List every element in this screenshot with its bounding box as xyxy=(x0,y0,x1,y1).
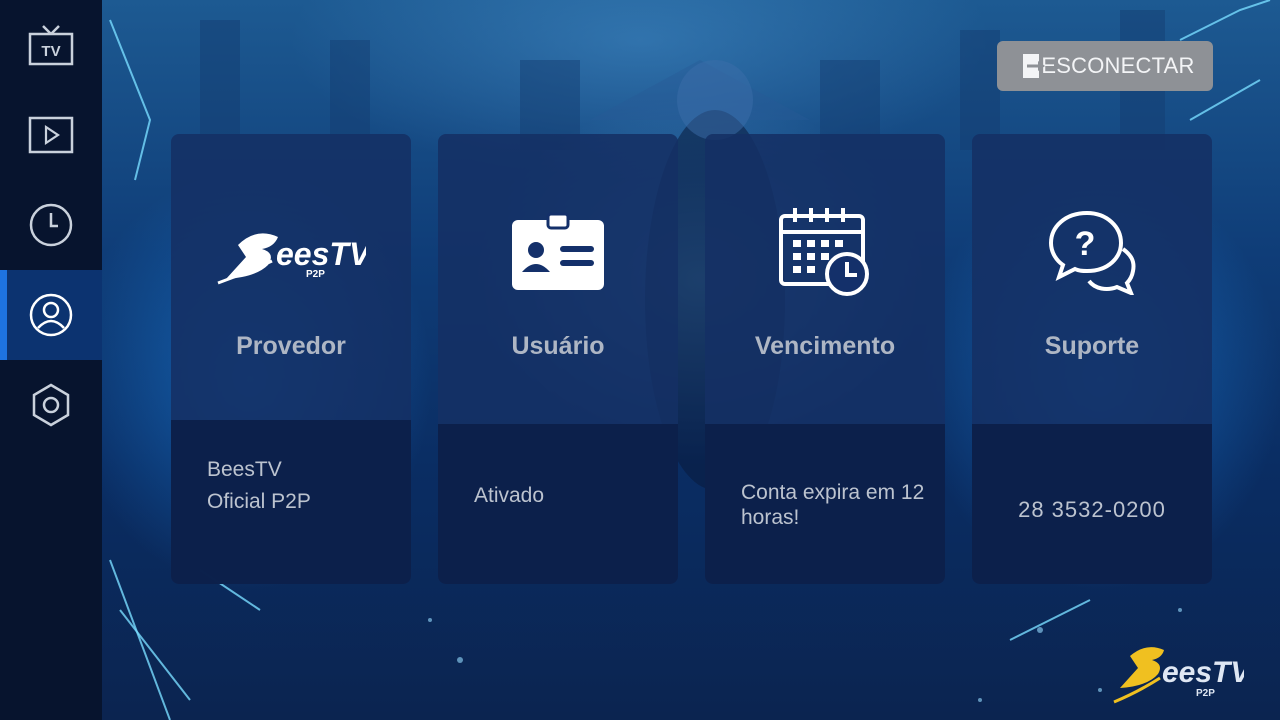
svg-text:P2P: P2P xyxy=(1196,688,1215,699)
clock-icon xyxy=(29,203,73,247)
settings-icon xyxy=(32,383,70,427)
support-phone: 28 3532-0200 xyxy=(1018,497,1166,522)
svg-text:eesTV: eesTV xyxy=(276,236,366,272)
id-card-icon xyxy=(438,202,678,302)
sidebar: TV xyxy=(0,0,102,720)
sidebar-item-history[interactable] xyxy=(0,180,102,270)
svg-text:P2P: P2P xyxy=(306,269,325,280)
card-details: 28 3532-0200 xyxy=(972,424,1212,584)
sidebar-item-settings[interactable] xyxy=(0,360,102,450)
help-chat-icon: ? xyxy=(972,202,1212,302)
disconnect-label: ESCONECTAR xyxy=(1041,53,1195,78)
user-card[interactable]: Usuário Ativado xyxy=(438,134,678,584)
svg-text:TV: TV xyxy=(41,43,60,60)
card-title: Usuário xyxy=(511,332,605,360)
tv-icon: TV xyxy=(28,25,74,66)
sidebar-item-tv[interactable]: TV xyxy=(0,0,102,90)
sidebar-item-videos[interactable] xyxy=(0,90,102,180)
card-title: Vencimento xyxy=(754,332,896,360)
beestv-logo: eesTV P2P xyxy=(171,202,411,302)
card-title: Suporte xyxy=(1044,332,1140,360)
play-icon xyxy=(28,116,74,154)
support-card[interactable]: ? Suporte 28 3532-0200 xyxy=(972,134,1212,584)
expiry-text: Conta expira em 12 horas! xyxy=(741,481,925,529)
provider-name: BeesTV xyxy=(207,458,282,481)
provider-tag: Oficial P2P xyxy=(207,490,311,513)
calendar-clock-icon xyxy=(705,202,945,302)
card-details: BeesTV Oficial P2P xyxy=(171,420,411,584)
card-details: Conta expira em 12 horas! xyxy=(705,424,945,584)
sidebar-item-account[interactable] xyxy=(0,270,102,360)
expiry-card[interactable]: Vencimento Conta expira em 12 horas! xyxy=(705,134,945,584)
svg-text:?: ? xyxy=(1075,225,1096,263)
disconnect-button[interactable]: ESCONECTAR xyxy=(997,41,1213,91)
card-title: Provedor xyxy=(236,332,346,360)
svg-text:eesTV: eesTV xyxy=(1162,656,1244,689)
beestv-corner-logo: eesTV P2P xyxy=(1112,636,1253,711)
provider-card[interactable]: eesTV P2P Provedor BeesTV Oficial P2P xyxy=(171,134,411,584)
exit-door-icon xyxy=(1023,54,1046,78)
user-icon xyxy=(29,293,73,337)
card-details: Ativado xyxy=(438,424,678,584)
account-status: Ativado xyxy=(474,484,545,507)
